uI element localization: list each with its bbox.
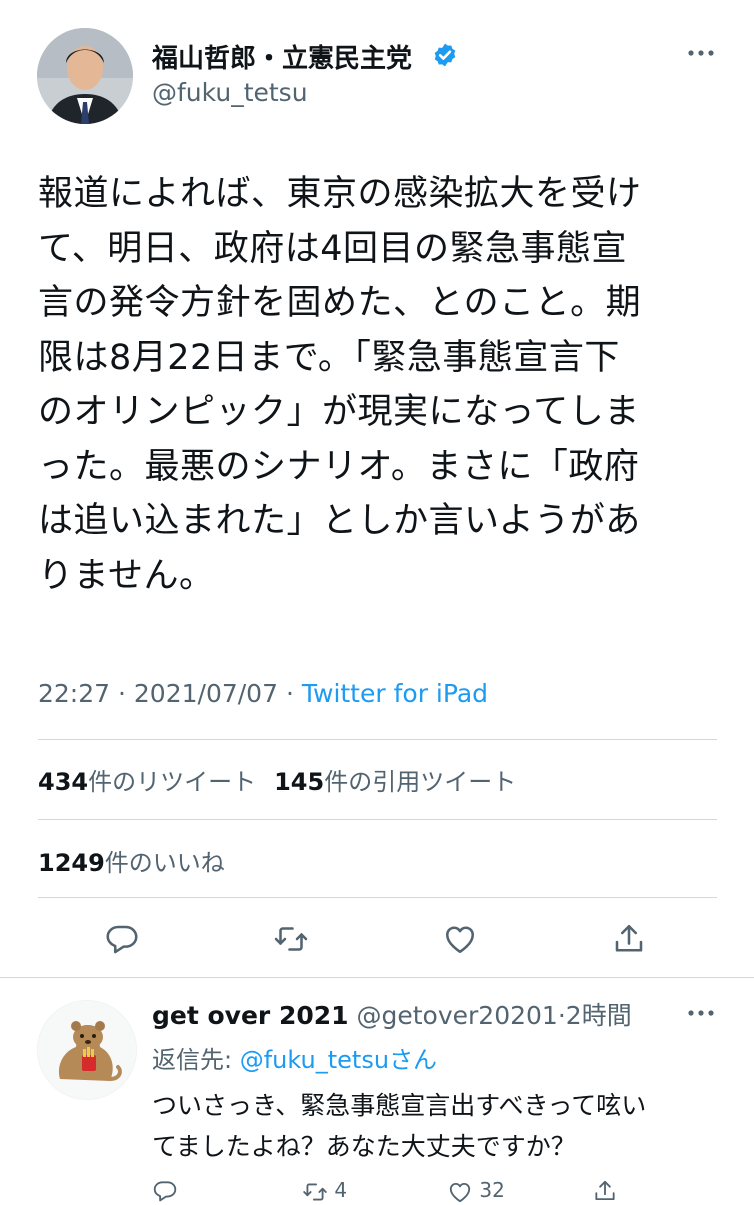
retweet-icon[interactable] xyxy=(273,921,309,957)
likes-stat[interactable]: 1249件のいいね xyxy=(38,843,225,878)
reply-handle[interactable]: @getover20201 xyxy=(357,1001,558,1030)
retweets-count: 434 xyxy=(38,768,89,796)
reply-to-suffix: さん xyxy=(389,1046,438,1074)
reply-separator: · xyxy=(557,1001,566,1030)
more-options-icon[interactable] xyxy=(687,43,715,63)
tweet-text-line: のオリンピック」が現実になってしま xyxy=(38,392,640,432)
retweets-label: 件のリツイート xyxy=(88,768,257,796)
reply-time[interactable]: 2時間 xyxy=(566,1001,632,1030)
divider xyxy=(38,739,717,740)
retweet-stats: 434件のリツイート 145件の引用ツイート xyxy=(38,762,516,797)
likes-count: 1249 xyxy=(38,849,105,877)
divider xyxy=(38,897,717,898)
quotes-stat[interactable]: 145件の引用ツイート xyxy=(274,768,516,796)
reply-text: ついさっき、緊急事態宣言出すべきって呟い てましたよね？あなた大丈夫ですか？ xyxy=(152,1085,722,1167)
like-icon[interactable] xyxy=(442,921,478,957)
meta-separator: · xyxy=(118,679,126,708)
reply-text-line: てましたよね？あなた大丈夫ですか？ xyxy=(152,1132,576,1161)
tweet-text: 報道によれば、東京の感染拡大を受け て、明日、政府は4回目の緊急事態宣 言の発令… xyxy=(38,167,708,603)
quotes-label: 件の引用ツイート xyxy=(324,768,517,796)
tweet-meta: 22:27 · 2021/07/07 · Twitter for iPad xyxy=(38,679,488,708)
author-display-name[interactable]: 福山哲郎・立憲民主党 xyxy=(152,38,412,75)
reply-to-prefix: 返信先: xyxy=(152,1046,240,1074)
reply-retweet-count: 4 xyxy=(334,1178,348,1202)
verified-badge-icon xyxy=(434,43,456,67)
tweet-text-line: は追い込まれた」としか言いようがあ xyxy=(38,501,641,541)
tweet-text-line: て、明日、政府は4回目の緊急事態宣 xyxy=(38,228,628,269)
reply-reply-icon[interactable] xyxy=(152,1178,178,1204)
tweet-date[interactable]: 2021/07/07 xyxy=(134,679,278,708)
author-avatar[interactable] xyxy=(37,28,133,124)
reply-to-line: 返信先: @fuku_tetsuさん xyxy=(152,1040,437,1075)
divider xyxy=(0,977,754,978)
reply-like-icon xyxy=(449,1182,471,1202)
reply-header: get over 2021 @getover20201·2時間 xyxy=(152,996,632,1032)
reply-icon[interactable] xyxy=(104,921,140,957)
reply-display-name[interactable]: get over 2021 xyxy=(152,1001,349,1030)
meta-separator: · xyxy=(285,679,294,708)
reply-more-options-icon[interactable] xyxy=(687,1003,715,1023)
share-icon[interactable] xyxy=(611,921,647,957)
tweet-text-line: 言の発令方針を固めた、とのこと。期 xyxy=(38,283,642,323)
reply-text-line: ついさっき、緊急事態宣言出すべきって呟い xyxy=(152,1091,647,1120)
tweet-text-line: 限は8月22日まで。「緊急事態宣言下 xyxy=(38,337,620,378)
tweet-text-line: った。最悪のシナリオ。まさに「政府 xyxy=(38,446,640,487)
likes-label: 件のいいね xyxy=(104,849,225,877)
reply-to-mention[interactable]: @fuku_tetsu xyxy=(240,1046,389,1074)
author-handle[interactable]: @fuku_tetsu xyxy=(152,78,308,107)
divider xyxy=(38,819,717,820)
retweets-stat[interactable]: 434件のリツイート xyxy=(38,768,256,796)
tweet-time[interactable]: 22:27 xyxy=(38,679,110,708)
tweet-text-line: 報道によれば、東京の感染拡大を受け xyxy=(38,174,642,214)
reply-retweet-action[interactable]: 4 xyxy=(302,1178,347,1205)
reply-retweet-icon xyxy=(303,1182,327,1201)
reply-like-action[interactable]: 32 xyxy=(447,1178,505,1205)
tweet-text-line: りません。 xyxy=(38,555,215,596)
quotes-count: 145 xyxy=(274,768,325,796)
reply-share-icon[interactable] xyxy=(592,1178,618,1204)
tweet-source-link[interactable]: Twitter for iPad xyxy=(302,679,488,708)
reply-like-count: 32 xyxy=(479,1178,505,1202)
reply-author-avatar[interactable] xyxy=(37,1000,137,1100)
